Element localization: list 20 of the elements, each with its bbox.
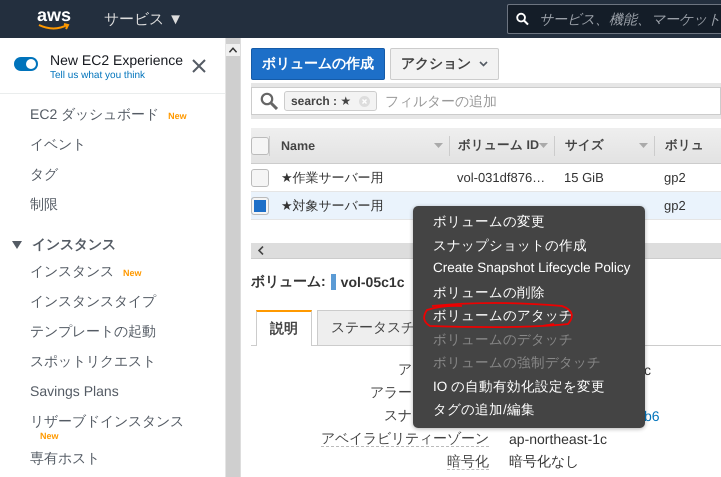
logo-text: aws (36, 7, 72, 23)
new-label: New (123, 268, 142, 278)
field-label: アベイラビリティーゾーン (321, 430, 489, 446)
volume-id: vol-05c1c (340, 274, 404, 290)
table-cell: gp2 (664, 198, 686, 213)
experience-label: New EC2 Experience (50, 52, 184, 68)
field-value: 暗号化なし (509, 452, 579, 468)
field-label: 暗号化 (447, 452, 489, 470)
field-label: アラー (370, 384, 412, 400)
field-value: ap-northeast-1c (509, 430, 608, 446)
field-label: スナ (384, 406, 412, 422)
table-cell: 15 GiB (564, 170, 604, 185)
field-label: ア (398, 360, 412, 376)
table-cell: ★対象サーバー用 (281, 198, 384, 212)
table-cell: ★作業サーバー用 (281, 170, 384, 184)
table-cell: vol-031df876… (457, 170, 546, 185)
table-cell: gp2 (664, 170, 686, 185)
volume-label: ボリューム: (251, 273, 326, 291)
new-label: New (168, 111, 187, 121)
new-label: New (40, 431, 59, 441)
